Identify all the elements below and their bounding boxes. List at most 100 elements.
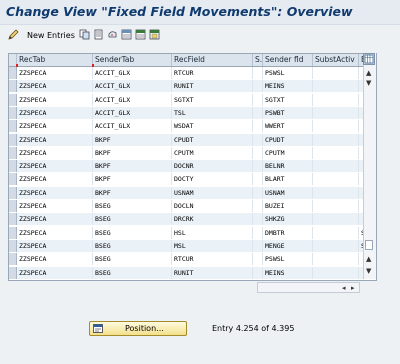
cell-sender-fld[interactable]: MEINS [263,80,313,93]
scroll-up-icon[interactable]: ▲ [366,69,371,77]
cell-recfield[interactable]: DRCRK [172,213,253,226]
cell-substactiv[interactable] [313,266,359,279]
cell-s[interactable] [253,226,263,239]
cell-substactiv[interactable] [313,80,359,93]
table-row[interactable]: ZZSPECA BSEG RUNIT MEINS [9,266,376,279]
table-row[interactable]: ZZSPECABSEGHSLDMBTRSO [9,226,376,239]
cell-sendertab[interactable]: BSEG [93,239,172,252]
vertical-scroll-thumb[interactable] [365,240,373,250]
scroll-left-icon[interactable]: ◂ [342,283,346,293]
cell-sendertab[interactable]: BSEG [93,226,172,239]
cell-substactiv[interactable] [313,160,359,173]
edit-pencil-icon[interactable] [8,29,19,40]
cell-rectab[interactable]: ZZSPECA [17,106,93,119]
cell-rectab[interactable]: ZZSPECA [17,67,93,79]
cell-substactiv[interactable] [313,93,359,106]
cell-recfield[interactable]: CPUDT [172,133,253,146]
cell-s[interactable] [253,80,263,93]
cell-sender-fld[interactable]: SGTXT [263,93,313,106]
cell-sender-fld[interactable]: DMBTR [263,226,313,239]
cell-sender-fld[interactable]: BLART [263,173,313,186]
cell-recfield[interactable]: HSL [172,226,253,239]
cell-sendertab[interactable]: BKPF [93,146,172,159]
cell-s[interactable] [253,200,263,212]
cell-recfield[interactable]: USNAM [172,186,253,199]
cell-substactiv[interactable] [313,186,359,199]
cell-sendertab[interactable]: BKPF [93,133,172,146]
row-selector[interactable] [9,266,17,279]
copy-icon[interactable] [79,29,90,40]
cell-substactiv[interactable] [313,173,359,186]
cell-recfield[interactable]: DOCNR [172,160,253,173]
scroll-right-icon[interactable]: ▸ [351,283,355,293]
table-row[interactable]: ZZSPECABSEGMSLMENGESO [9,239,376,252]
cell-s[interactable] [253,173,263,186]
cell-s[interactable] [253,213,263,226]
cell-sender-fld[interactable]: BELNR [263,160,313,173]
table-row[interactable]: ZZSPECA ACCIT_GLX TSL PSWBT [9,106,376,119]
column-header-recfield[interactable]: RecField [172,54,253,66]
column-header-sendertab[interactable]: SenderTab [93,54,172,66]
cell-recfield[interactable]: RTCUR [172,67,253,79]
table-row[interactable]: ZZSPECA BSEG DRCRK SHKZG [9,213,376,226]
cell-sender-fld[interactable]: CPUTM [263,146,313,159]
cell-recfield[interactable]: RTCUR [172,253,253,266]
cell-s[interactable] [253,120,263,133]
table-row[interactable]: ZZSPECA ACCIT_GLX SGTXT SGTXT [9,93,376,106]
scroll-up-bottom-icon[interactable]: ▲ [366,255,371,263]
row-selector[interactable] [9,253,17,266]
cell-s[interactable] [253,106,263,119]
cell-s[interactable] [253,160,263,173]
cell-substactiv[interactable] [313,253,359,266]
select-block-icon[interactable] [149,29,160,40]
cell-sender-fld[interactable]: MENGE [263,239,313,252]
cell-s[interactable] [253,186,263,199]
cell-rectab[interactable]: ZZSPECA [17,133,93,146]
row-selector[interactable] [9,146,17,159]
select-all-icon[interactable] [121,29,132,40]
cell-sender-fld[interactable]: BUZEI [263,200,313,212]
cell-s[interactable] [253,146,263,159]
row-selector[interactable] [9,173,17,186]
row-selector[interactable] [9,106,17,119]
cell-sender-fld[interactable]: PSWBT [263,106,313,119]
cell-sendertab[interactable]: BSEG [93,266,172,279]
row-selector[interactable] [9,133,17,146]
cell-substactiv[interactable] [313,67,359,79]
cell-rectab[interactable]: ZZSPECA [17,80,93,93]
row-selector[interactable] [9,160,17,173]
cell-sendertab[interactable]: BSEG [93,200,172,212]
new-entries-button[interactable]: New Entries [27,31,75,40]
table-row[interactable]: ZZSPECA ACCIT_GLX RTCUR PSWSL [9,67,376,79]
cell-recfield[interactable]: RUNIT [172,266,253,279]
cell-s[interactable] [253,93,263,106]
cell-rectab[interactable]: ZZSPECA [17,120,93,133]
cell-substactiv[interactable] [313,200,359,212]
cell-substactiv[interactable] [313,213,359,226]
table-row[interactable]: ZZSPECA ACCIT_GLX RUNIT MEINS [9,80,376,93]
cell-s[interactable] [253,67,263,79]
column-header-s[interactable]: S. [253,54,263,66]
cell-sendertab[interactable]: BSEG [93,253,172,266]
row-selector[interactable] [9,80,17,93]
cell-rectab[interactable]: ZZSPECA [17,146,93,159]
cell-s[interactable] [253,239,263,252]
cell-substactiv[interactable] [313,106,359,119]
cell-sender-fld[interactable]: CPUDT [263,133,313,146]
cell-s[interactable] [253,266,263,279]
table-row[interactable]: ZZSPECA BKPF DOCNR BELNR [9,160,376,173]
cell-rectab[interactable]: ZZSPECA [17,213,93,226]
row-selector[interactable] [9,226,17,239]
cell-recfield[interactable]: TSL [172,106,253,119]
cell-sendertab[interactable]: BKPF [93,160,172,173]
row-selector[interactable] [9,186,17,199]
deselect-icon[interactable] [135,29,146,40]
delete-icon[interactable] [93,29,104,40]
cell-substactiv[interactable] [313,226,359,239]
row-selector[interactable] [9,67,17,79]
row-selector[interactable] [9,239,17,252]
table-row[interactable]: ZZSPECA BKPF CPUTM CPUTM [9,146,376,159]
cell-substactiv[interactable] [313,120,359,133]
cell-recfield[interactable]: DOCLN [172,200,253,212]
column-header-rectab[interactable]: RecTab [17,54,93,66]
